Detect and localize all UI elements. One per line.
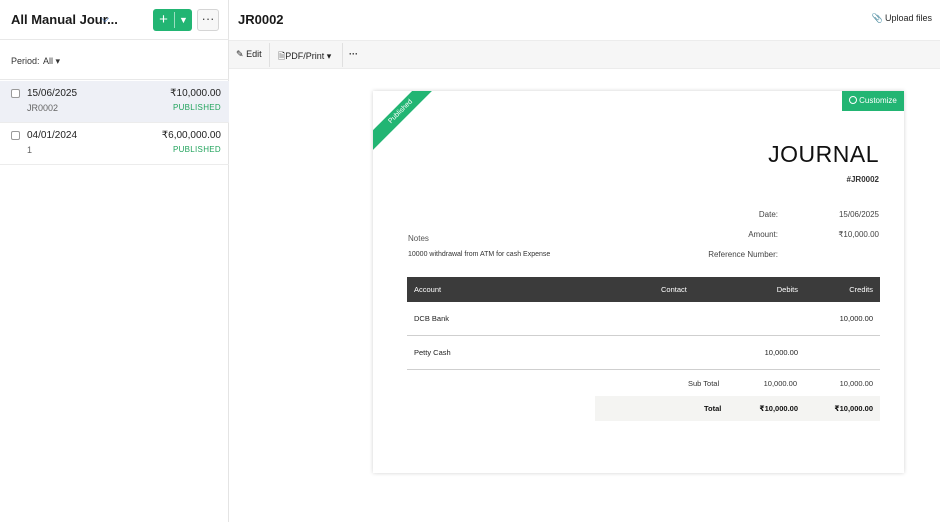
notes-text: 10000 withdrawal from ATM for cash Expen… — [408, 251, 551, 258]
column-credits: Credits — [849, 285, 873, 294]
cell-credits: 10,000.00 — [839, 314, 873, 323]
period-label: Period: — [11, 56, 40, 66]
edit-label: Edit — [246, 49, 262, 59]
toolbar-divider — [269, 43, 270, 67]
item-reference: 1 — [27, 145, 33, 155]
subtotal-credits: 10,000.00 — [839, 379, 873, 388]
detail-header: JR0002 📎 Upload files — [229, 0, 940, 40]
document-number: #JR0002 — [846, 175, 879, 184]
more-actions-button[interactable]: ··· — [349, 49, 358, 59]
new-journal-button[interactable]: + ▼ — [153, 9, 192, 31]
reference-label: Reference Number: — [708, 250, 778, 259]
date-label: Date: — [758, 210, 778, 219]
list-item[interactable]: 15/06/2025 JR0002 ₹10,000.00 PUBLISHED — [0, 81, 229, 123]
column-debits: Debits — [776, 285, 798, 294]
customize-icon — [849, 96, 858, 104]
action-toolbar: ✎ Edit 🗎PDF/Print ▾ ··· — [229, 40, 940, 69]
status-ribbon: Published — [373, 91, 442, 153]
subtotal-debits: 10,000.00 — [763, 379, 797, 388]
item-date: 15/06/2025 — [27, 88, 78, 99]
plus-icon[interactable]: + — [153, 9, 174, 31]
row-checkbox[interactable] — [11, 131, 20, 140]
page-title: JR0002 — [238, 12, 284, 27]
item-date: 04/01/2024 — [27, 130, 78, 141]
pdf-print-label: PDF/Print — [285, 51, 325, 61]
notes-label: Notes — [408, 234, 429, 243]
chevron-down-icon: ▾ — [326, 51, 332, 61]
total-label: Total — [704, 404, 722, 413]
upload-files-label: Upload files — [884, 13, 932, 23]
pdf-print-button[interactable]: 🗎PDF/Print ▾ — [278, 49, 331, 65]
cell-account: DCB Bank — [414, 314, 450, 323]
status-badge: PUBLISHED — [172, 103, 221, 112]
column-account: Account — [414, 285, 442, 294]
item-amount: ₹6,00,000.00 — [161, 130, 221, 141]
item-amount: ₹10,000.00 — [170, 88, 221, 99]
list-item[interactable]: 04/01/2024 1 ₹6,00,000.00 PUBLISHED — [0, 123, 229, 165]
subtotal-label: Sub Total — [688, 379, 720, 388]
cell-account: Petty Cash — [414, 348, 451, 357]
new-dropdown-chevron-icon[interactable]: ▼ — [175, 9, 192, 31]
table-header: Account Contact Debits Credits — [407, 277, 880, 302]
toolbar-divider — [342, 43, 343, 67]
upload-files-button[interactable]: 📎 Upload files — [872, 13, 932, 24]
document-title: JOURNAL — [768, 141, 879, 167]
list-header: All Manual Jour... ⌵ + ▼ ··· — [0, 0, 229, 40]
total-row: Total ₹10,000.00 ₹10,000.00 — [595, 396, 880, 421]
table-row: DCB Bank 10,000.00 — [407, 302, 880, 336]
customize-button[interactable]: Customize — [842, 91, 904, 111]
document-canvas: Published Customize JOURNAL #JR0002 Date… — [229, 69, 940, 522]
total-debits: ₹10,000.00 — [759, 404, 798, 413]
transaction-list-panel: All Manual Jour... ⌵ + ▼ ··· Period: All… — [0, 0, 229, 522]
period-dropdown[interactable]: All ▾ — [43, 56, 60, 67]
total-credits: ₹10,000.00 — [834, 404, 873, 413]
status-badge: PUBLISHED — [172, 145, 221, 154]
customize-label: Customize — [859, 96, 897, 105]
journal-document: Published Customize JOURNAL #JR0002 Date… — [373, 91, 904, 473]
period-filter: Period: All ▾ — [0, 40, 229, 80]
column-contact: Contact — [661, 285, 687, 294]
table-row: Petty Cash 10,000.00 — [407, 336, 880, 370]
chevron-down-icon[interactable]: ⌵ — [101, 13, 109, 26]
edit-button[interactable]: ✎ Edit — [236, 49, 262, 60]
amount-value: ₹10,000.00 — [838, 230, 879, 239]
more-options-button[interactable]: ··· — [197, 9, 219, 31]
paperclip-icon: 📎 — [871, 13, 883, 23]
item-reference: JR0002 — [27, 103, 59, 113]
pencil-icon: ✎ — [236, 49, 244, 59]
amount-label: Amount: — [748, 230, 778, 239]
detail-panel: JR0002 📎 Upload files ✎ Edit 🗎PDF/Print ▾… — [229, 0, 940, 522]
date-value: 15/06/2025 — [838, 210, 879, 219]
cell-debits: 10,000.00 — [764, 348, 798, 357]
row-checkbox[interactable] — [11, 89, 20, 98]
